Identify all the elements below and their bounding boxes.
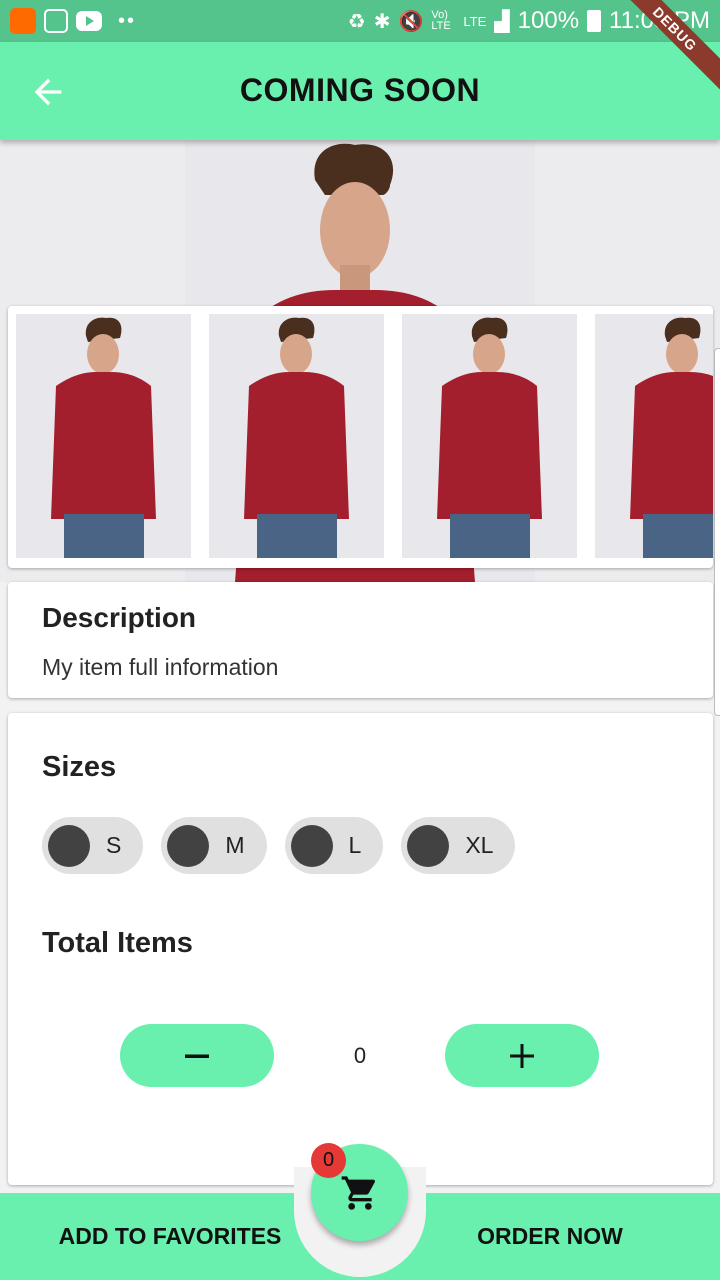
order-now-button[interactable]: ORDER NOW [380, 1193, 720, 1280]
thumbnail-item[interactable] [209, 314, 384, 558]
status-left: •• [10, 8, 136, 34]
volte-label: Vo) LTE [431, 9, 451, 32]
size-chip-xl[interactable]: XL [401, 817, 516, 874]
total-items-title: Total Items [42, 927, 193, 959]
shopping-cart-icon [341, 1175, 375, 1210]
app-outline-icon [44, 9, 68, 33]
thumbnail-image [209, 314, 384, 558]
decrement-button[interactable] [120, 1024, 274, 1087]
chip-label: L [348, 832, 362, 858]
size-chip-m[interactable]: M [161, 817, 267, 874]
description-card: Description My item full information [8, 582, 713, 698]
chip-label: S [106, 832, 122, 858]
scroll-indicator[interactable] [714, 348, 720, 716]
battery-percent: 100% [517, 7, 580, 34]
thumbnail-image [16, 314, 191, 558]
thumbnail-gallery[interactable] [8, 306, 713, 568]
battery-saver-icon: ♻ [347, 10, 366, 33]
more-notifications-icon: •• [118, 9, 137, 32]
increment-button[interactable] [445, 1024, 599, 1087]
chip-avatar [48, 824, 90, 867]
size-chip-s[interactable]: S [42, 817, 144, 874]
app-orange-icon [10, 8, 36, 34]
options-card: Sizes S M L XL Total Items 0 [8, 713, 713, 1185]
size-chip-l[interactable]: L [284, 817, 384, 874]
battery-icon [587, 10, 602, 32]
chip-label: M [225, 832, 245, 858]
chip-avatar [167, 824, 210, 867]
minus-icon [185, 1054, 209, 1058]
thumbnail-item[interactable] [595, 314, 713, 558]
cart-count-badge: 0 [311, 1143, 346, 1178]
thumbnail-item[interactable] [402, 314, 577, 558]
size-chips: S M L XL [42, 817, 516, 874]
sizes-title: Sizes [42, 751, 117, 783]
signal-icon: ▟ [494, 10, 510, 33]
description-title: Description [42, 602, 197, 633]
thumbnail-list [16, 314, 713, 558]
thumbnail-image [402, 314, 577, 558]
add-to-favorites-button[interactable]: ADD TO FAVORITES [0, 1193, 340, 1280]
thumbnail-item[interactable] [16, 314, 191, 558]
app-bar: COMING SOON [0, 42, 720, 140]
network-label: LTE [463, 13, 487, 29]
thumbnail-image [595, 314, 713, 558]
description-text: My item full information [42, 654, 279, 680]
chip-avatar [407, 824, 450, 867]
chip-label: XL [465, 832, 494, 858]
youtube-icon [76, 11, 102, 31]
status-bar: •• ♻ ✱ 🔇 Vo) LTE LTE ▟ 100% 11:05 PM [0, 0, 720, 42]
page-title: COMING SOON [239, 72, 481, 108]
quantity-value: 0 [353, 1043, 367, 1068]
mute-icon: 🔇 [398, 10, 424, 33]
chip-avatar [290, 824, 333, 867]
bluetooth-icon: ✱ [373, 10, 391, 33]
plus-icon [510, 1043, 534, 1068]
